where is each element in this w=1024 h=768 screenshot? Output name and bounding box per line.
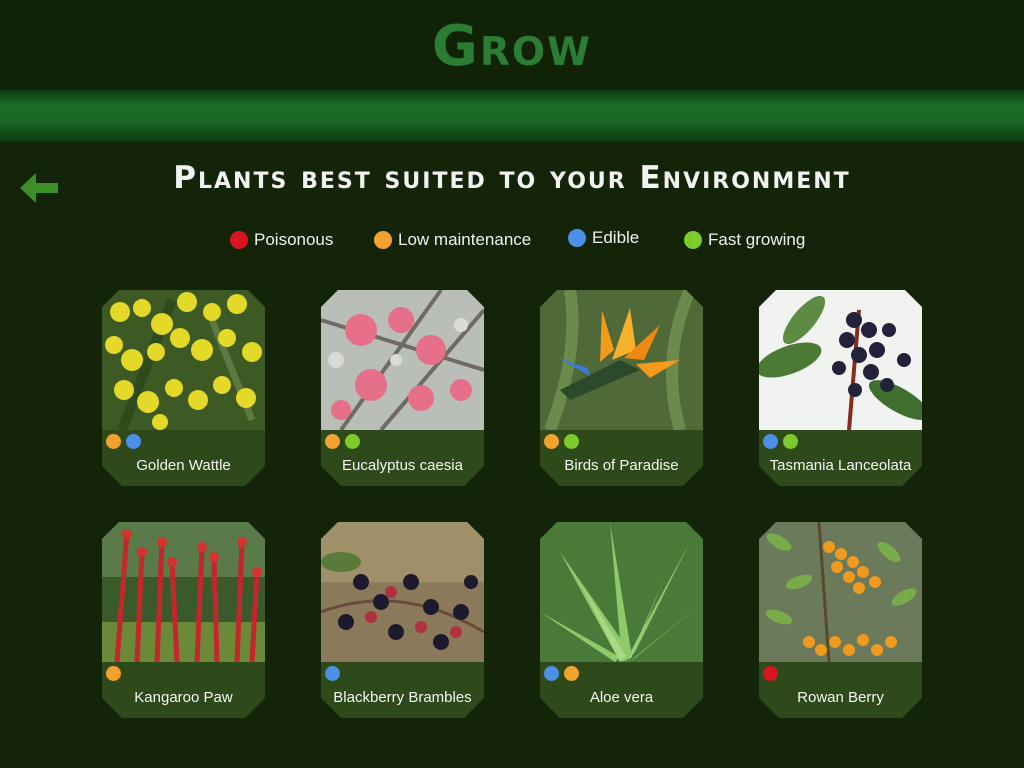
trait-dots [763,434,803,449]
legend-label: Fast growing [708,230,806,249]
page-title: Plants best suited to your Environment [173,160,851,196]
legend-edible: Edible [568,226,639,250]
header-banner-bar [0,90,1024,142]
plant-photo [540,290,703,430]
plant-info: Rowan Berry [759,662,922,718]
plant-info: Tasmania Lanceolata [759,430,922,486]
fast-growing-dot-icon [684,231,702,249]
low-maintenance-dot-icon [564,666,579,681]
plant-photo [759,290,922,430]
legend-low-maintenance: Low maintenance [374,228,531,252]
plant-photo [321,522,484,662]
trait-dots [325,666,345,681]
plant-name: Eucalyptus caesia [342,457,463,474]
plant-info: Eucalyptus caesia [321,430,484,486]
plant-name: Rowan Berry [797,689,884,706]
trait-dots [544,666,584,681]
plant-photo [102,290,265,430]
legend-label: Low maintenance [398,230,532,249]
plant-card-eucalyptus-caesia[interactable]: Eucalyptus caesia [321,290,484,486]
plant-card-kangaroo-paw[interactable]: Kangaroo Paw [102,522,265,718]
app-title: Grow [431,14,593,79]
plant-name: Kangaroo Paw [134,689,233,706]
trait-dots [106,434,146,449]
aloe-vera-image [540,522,703,662]
low-maintenance-dot-icon [106,666,121,681]
plant-info: Aloe vera [540,662,703,718]
poisonous-dot-icon [230,231,248,249]
plant-info: Birds of Paradise [540,430,703,486]
tasmania-lanceolata-image [759,290,922,430]
app-header: Grow [0,0,1024,90]
plant-name: Birds of Paradise [564,457,679,474]
fast-growing-dot-icon [345,434,360,449]
plant-card-birds-of-paradise[interactable]: Birds of Paradise [540,290,703,486]
blackberry-brambles-image [321,522,484,662]
plant-card-aloe-vera[interactable]: Aloe vera [540,522,703,718]
plant-photo [540,522,703,662]
edible-dot-icon [763,434,778,449]
plant-photo [102,522,265,662]
legend-poisonous: Poisonous [230,228,333,252]
poisonous-dot-icon [763,666,778,681]
edible-dot-icon [544,666,559,681]
plant-card-golden-wattle[interactable]: Golden Wattle [102,290,265,486]
plant-info: Blackberry Brambles [321,662,484,718]
edible-dot-icon [325,666,340,681]
trait-dots [763,666,783,681]
low-maintenance-dot-icon [325,434,340,449]
plant-photo [759,522,922,662]
plant-name: Blackberry Brambles [333,689,472,706]
edible-dot-icon [568,229,586,247]
plant-info: Kangaroo Paw [102,662,265,718]
trait-dots [106,666,126,681]
plant-name: Aloe vera [589,689,654,706]
plant-card-blackberry-brambles[interactable]: Blackberry Brambles [321,522,484,718]
trait-dots [325,434,365,449]
legend-fast-growing: Fast growing [684,228,805,252]
fast-growing-dot-icon [564,434,579,449]
eucalyptus-caesia-image [321,290,484,430]
plant-card-rowan-berry[interactable]: Rowan Berry [759,522,922,718]
edible-dot-icon [126,434,141,449]
legend-label: Poisonous [254,230,334,249]
plant-info: Golden Wattle [102,430,265,486]
fast-growing-dot-icon [783,434,798,449]
plant-card-tasmania-lanceolata[interactable]: Tasmania Lanceolata [759,290,922,486]
low-maintenance-dot-icon [544,434,559,449]
plant-name: Tasmania Lanceolata [769,457,912,474]
low-maintenance-dot-icon [374,231,392,249]
rowan-berry-image [759,522,922,662]
golden-wattle-image [102,290,265,430]
plant-photo [321,290,484,430]
plant-name: Golden Wattle [136,457,231,474]
kangaroo-paw-image [102,522,265,662]
low-maintenance-dot-icon [106,434,121,449]
legend-label: Edible [592,228,640,247]
birds-of-paradise-image [540,290,703,430]
trait-dots [544,434,584,449]
